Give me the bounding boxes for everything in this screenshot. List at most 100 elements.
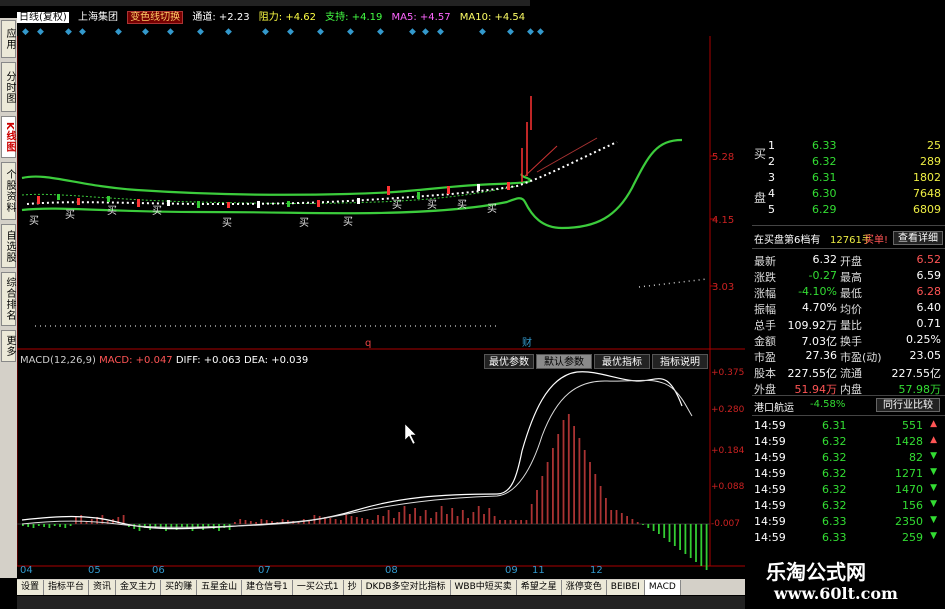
bottom-tab-12[interactable]: 涨停变色 <box>561 580 607 595</box>
macd-bar <box>234 522 236 524</box>
macd-bar <box>122 515 125 524</box>
bottom-tab-9[interactable]: DKDB多空对比指标 <box>361 580 451 595</box>
price-tick: 3.03 <box>712 282 734 293</box>
view-detail-button[interactable]: 查看详细 <box>893 231 943 245</box>
quote-row: 总手 109.92万 量比 0.71 <box>752 317 945 332</box>
macd-bar <box>75 517 77 524</box>
bid-price: 6.32 <box>812 155 837 168</box>
bid-level: 3 <box>768 171 775 184</box>
quote-label: 市盈 <box>754 351 776 364</box>
diff-line <box>21 371 683 530</box>
bottom-tab-11[interactable]: 希望之星 <box>516 580 562 595</box>
tick-time: 14:59 <box>754 435 786 448</box>
bid-price: 6.31 <box>812 171 837 184</box>
channel-value: 通道: +2.23 <box>192 12 250 23</box>
macd-bar <box>69 524 72 526</box>
macd-bar <box>64 524 67 528</box>
macd-bar <box>424 510 427 524</box>
order-book-row: 2 6.32 289 <box>752 155 945 169</box>
tick-row: 14:59 6.33 259 ▼ <box>752 531 945 545</box>
bottom-tab-0[interactable]: 设置 <box>17 580 45 595</box>
bid-volume: 1802 <box>913 171 941 184</box>
dea-value: DEA: +0.039 <box>243 355 309 366</box>
macd-bar <box>329 518 332 524</box>
sidebar-item-ranking[interactable]: 综合排名 <box>1 272 16 326</box>
macd-bar <box>361 518 363 524</box>
bottom-tab-13[interactable]: BEIBEI <box>606 580 645 595</box>
date-label: 05 <box>88 565 101 576</box>
macd-bar <box>387 510 390 524</box>
bottom-tab-3[interactable]: 金叉主力 <box>116 580 162 595</box>
period-label[interactable]: 日线(复权) <box>17 12 69 23</box>
bottom-tab-10[interactable]: WBB中短买卖 <box>450 580 517 595</box>
quote-value: 0.71 <box>916 317 942 330</box>
sector-name[interactable]: 港口航运 <box>754 399 794 414</box>
tab-default-params[interactable]: 默认参数 <box>536 354 592 369</box>
sidebar-item-more[interactable]: 更多 <box>1 330 16 362</box>
quote-row: 振幅 4.70% 均价 6.40 <box>752 301 945 316</box>
quote-value: 227.55亿 <box>787 367 838 380</box>
bottom-tab-14[interactable]: MACD <box>644 580 681 595</box>
bottom-tab-4[interactable]: 买的赚 <box>161 580 198 595</box>
quote-value: 6.32 <box>812 253 838 266</box>
quote-value: 227.55亿 <box>891 367 942 380</box>
date-label: 09 <box>505 565 518 576</box>
tick-row: 14:59 6.32 82 ▼ <box>752 451 945 465</box>
macd-bar <box>557 434 560 524</box>
macd-bar <box>244 520 247 524</box>
date-label: 08 <box>385 565 398 576</box>
bottom-tab-5[interactable]: 五星金山 <box>197 580 243 595</box>
dea-line <box>21 379 693 528</box>
tick-price: 6.31 <box>822 419 847 432</box>
macd-bar <box>536 490 538 524</box>
watermark-name: 乐淘公式网 <box>766 560 866 584</box>
price-tick: 4.15 <box>712 215 734 226</box>
watermark-url: www.60lt.com <box>774 584 898 603</box>
macd-bar <box>652 524 655 531</box>
bottom-tab-8[interactable]: 抄 <box>343 580 362 595</box>
sidebar-item-kline[interactable]: K线图 <box>1 116 16 158</box>
tick-volume: 551 <box>902 419 923 432</box>
macd-bar <box>366 519 369 524</box>
order-book-row: 1 6.33 25 <box>752 139 945 153</box>
kline-chart-canvas[interactable]: 买 买 买 买 买 买 买 买 买 买 买 q 财 5.28 4.15 3.03… <box>17 36 745 576</box>
macd-bar <box>530 504 533 524</box>
industry-compare-button[interactable]: 同行业比较 <box>876 398 940 412</box>
arrow-down-icon: ▼ <box>930 531 937 541</box>
tab-indicator-help[interactable]: 指标说明 <box>652 354 708 369</box>
resistance-value: 阻力: +4.62 <box>258 12 316 23</box>
bottom-tab-1[interactable]: 指标平台 <box>44 580 90 595</box>
diff-value: DIFF: +0.063 <box>175 355 241 366</box>
macd-bar <box>562 420 565 524</box>
macd-bar <box>658 524 660 534</box>
bottom-tab-6[interactable]: 建仓信号1 <box>242 580 293 595</box>
mode-switch-button[interactable]: 变色线切换 <box>127 11 184 24</box>
tick-price: 6.33 <box>822 515 847 528</box>
quote-value: 7.03亿 <box>801 335 838 348</box>
sidebar-item-watchlist[interactable]: 自选股 <box>1 224 16 268</box>
macd-bar <box>578 438 581 524</box>
arrow-up-icon: ▲ <box>930 419 937 429</box>
tick-price: 6.33 <box>822 531 847 544</box>
buy-marker: 买 <box>392 199 402 211</box>
tab-best-indicator[interactable]: 最优指标 <box>594 354 650 369</box>
sidebar-item-intraday[interactable]: 分时图 <box>1 62 16 112</box>
bottom-tab-7[interactable]: 一买公式1 <box>292 580 344 595</box>
macd-bar <box>255 522 257 524</box>
tick-price: 6.32 <box>822 483 847 496</box>
macd-bar <box>573 426 575 524</box>
macd-bar <box>340 520 342 524</box>
bottom-tab-2[interactable]: 资讯 <box>89 580 117 595</box>
tab-best-params[interactable]: 最优参数 <box>484 354 534 369</box>
quote-label: 金额 <box>754 335 776 348</box>
left-toolbar: 应用 分时图 K线图 个股资料 自选股 综合排名 更多 <box>0 18 17 578</box>
sidebar-item-stock-info[interactable]: 个股资料 <box>1 162 16 220</box>
quote-row: 外盘 51.94万 内盘 57.98万 <box>752 381 945 396</box>
sidebar-item-apps[interactable]: 应用 <box>1 20 16 58</box>
quote-label: 换手 <box>840 335 862 348</box>
macd-bar <box>509 520 512 524</box>
macd-bar <box>59 524 61 527</box>
macd-bar <box>467 518 469 524</box>
buy-marker: 买 <box>457 199 467 211</box>
macd-bar <box>133 524 136 529</box>
